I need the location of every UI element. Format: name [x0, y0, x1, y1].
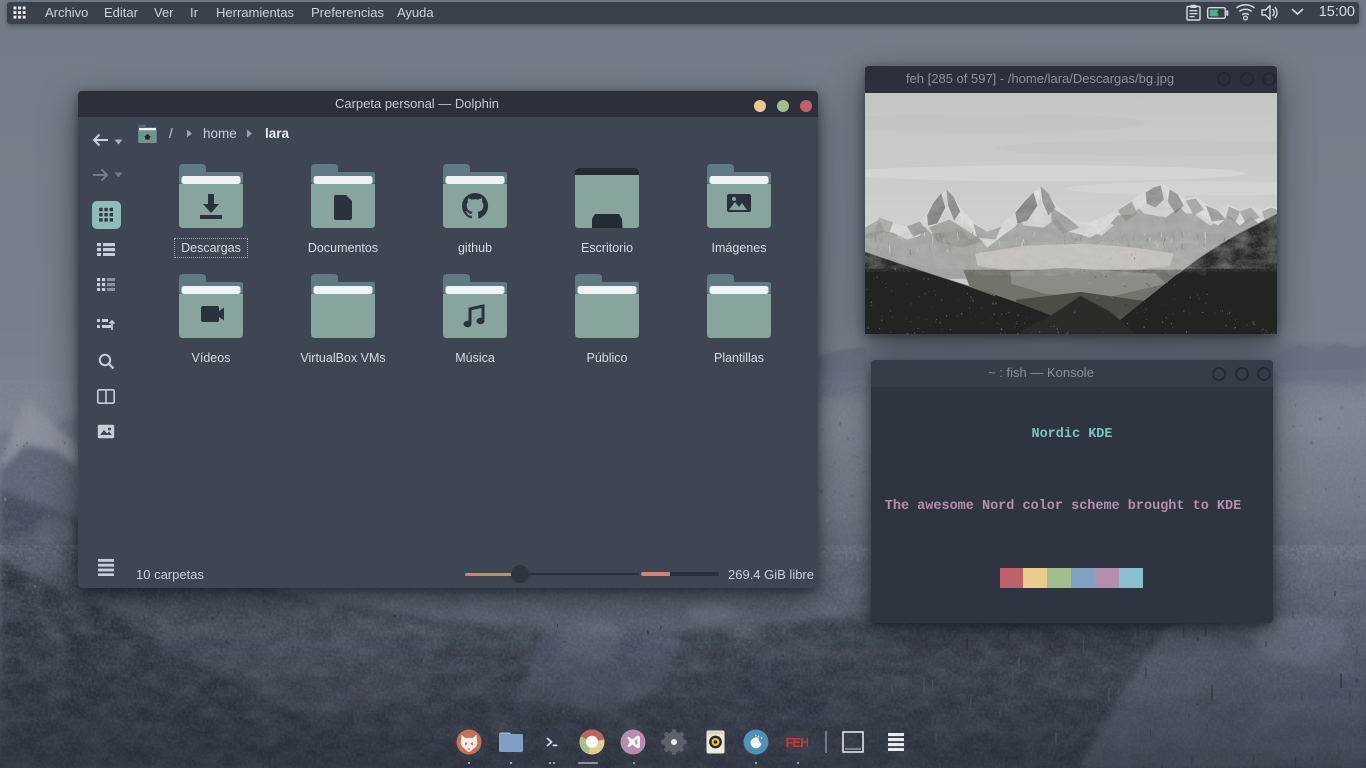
- svg-text:FEH: FEH: [786, 735, 808, 750]
